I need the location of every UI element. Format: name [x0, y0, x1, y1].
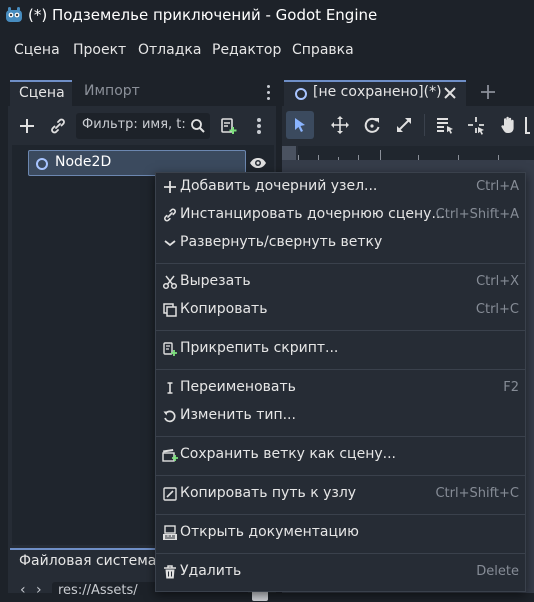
menu-item-rename[interactable]: Переименовать F2	[156, 376, 525, 402]
menu-separator	[156, 263, 525, 264]
menu-separator	[156, 553, 525, 554]
menu-item-change-type[interactable]: Изменить тип...	[156, 404, 525, 430]
menu-separator	[156, 369, 525, 370]
rotate-icon	[163, 410, 176, 423]
menu-item-save-branch-as-scene[interactable]: Сохранить ветку как сцену...	[156, 443, 525, 469]
clapperboard-add-icon	[162, 449, 178, 462]
menu-project[interactable]: Проект	[73, 42, 126, 58]
tree-node-label: Node2D	[55, 154, 112, 170]
menu-item-shortcut: Ctrl+Shift+A	[435, 207, 519, 222]
menu-item-shortcut: Delete	[476, 564, 519, 579]
menu-item-label: Переименовать	[180, 379, 296, 395]
menu-item-label: Копировать путь к узлу	[180, 485, 357, 501]
move-icon[interactable]	[329, 114, 351, 136]
trash-icon	[164, 565, 176, 579]
menu-item-expand-collapse[interactable]: Развернуть/свернуть ветку	[156, 231, 525, 257]
chevron-down-icon	[164, 240, 176, 247]
add-icon	[164, 181, 176, 193]
menu-item-label: Добавить дочерний узел...	[180, 178, 378, 194]
tab-filesystem[interactable]: Файловая система	[10, 548, 160, 576]
menu-separator	[156, 475, 525, 476]
menu-bar: Сцена Проект Отладка Редактор Справка	[0, 36, 534, 66]
scissors-icon	[162, 275, 178, 290]
add-scene-tab-icon[interactable]	[480, 84, 496, 100]
menu-separator	[156, 330, 525, 331]
menu-item-label: Прикрепить скрипт...	[180, 340, 339, 356]
menu-debug[interactable]: Отладка	[138, 42, 201, 58]
menu-item-label: Копировать	[180, 301, 268, 317]
pivot-icon[interactable]	[465, 114, 487, 136]
scene-filter-placeholder: Фильтр: имя, t:	[82, 117, 186, 132]
menu-item-shortcut: F2	[503, 380, 519, 395]
tab-unsaved-scene-label: [не сохранено](*)	[313, 84, 442, 100]
tab-filesystem-label: Файловая система	[19, 553, 157, 569]
menu-item-label: Вырезать	[180, 273, 251, 289]
tab-import[interactable]: Импорт	[84, 83, 140, 99]
search-icon	[191, 119, 205, 133]
menu-item-label: Удалить	[180, 563, 242, 579]
filesystem-path: res://Assets/	[58, 583, 138, 598]
menu-item-label: Сохранить ветку как сцену...	[180, 446, 396, 462]
menu-item-shortcut: Ctrl+A	[476, 179, 519, 194]
instance-scene-link-icon[interactable]	[47, 115, 69, 137]
menu-item-shortcut: Ctrl+C	[475, 302, 519, 317]
dock-menu-kebab-icon[interactable]	[266, 84, 272, 102]
menu-item-instance-child-scene[interactable]: Инстанцировать дочернюю сцену... Ctrl+Sh…	[156, 203, 525, 229]
menu-separator	[156, 436, 525, 437]
tab-unsaved-scene[interactable]: [не сохранено](*)	[284, 80, 466, 106]
title-bar: (*) Подземелье приключений - Godot Engin…	[0, 0, 534, 30]
menu-item-copy-node-path[interactable]: Копировать путь к узлу Ctrl+Shift+C	[156, 482, 525, 508]
node2d-icon	[295, 88, 307, 100]
menu-item-label: Открыть документацию	[180, 524, 359, 540]
add-node-icon[interactable]	[16, 115, 38, 137]
menu-separator	[156, 514, 525, 515]
copy-icon	[163, 303, 177, 317]
select-mode-button[interactable]	[286, 111, 314, 139]
menu-item-attach-script[interactable]: Прикрепить скрипт...	[156, 337, 525, 363]
context-menu: Добавить дочерний узел... Ctrl+A Инстанц…	[155, 172, 526, 592]
node2d-icon	[36, 158, 48, 170]
link-icon	[164, 208, 176, 222]
ruler-icon[interactable]	[523, 114, 534, 136]
back-arrow-icon[interactable]: ‹	[20, 582, 26, 598]
scene-more-kebab-icon[interactable]	[256, 117, 262, 135]
close-icon[interactable]	[444, 87, 456, 99]
text-cursor-icon	[167, 382, 173, 394]
menu-item-shortcut: Ctrl+Shift+C	[435, 486, 519, 501]
menu-editor[interactable]: Редактор	[212, 42, 281, 58]
tab-scene[interactable]: Сцена	[10, 80, 72, 106]
menu-item-shortcut: Ctrl+X	[476, 274, 519, 289]
menu-item-label: Инстанцировать дочернюю сцену...	[180, 206, 445, 222]
tab-scene-label: Сцена	[19, 85, 65, 101]
doc-icon	[163, 525, 177, 540]
visibility-eye-icon[interactable]	[249, 155, 267, 171]
node-path-icon	[163, 487, 177, 501]
pan-hand-icon[interactable]	[497, 114, 519, 136]
menu-help[interactable]: Справка	[292, 42, 354, 58]
list-select-icon[interactable]	[433, 114, 455, 136]
menu-item-open-documentation[interactable]: Открыть документацию	[156, 521, 525, 547]
menu-item-delete[interactable]: Удалить Delete	[156, 560, 525, 586]
rotate-icon[interactable]	[361, 114, 383, 136]
cursor-arrow-icon	[295, 118, 305, 132]
script-add-icon	[163, 342, 177, 356]
toolbar-separator	[424, 114, 425, 136]
window-title: (*) Подземелье приключений - Godot Engin…	[28, 6, 378, 24]
scene-filter-input[interactable]: Фильтр: имя, t:	[76, 113, 210, 139]
forward-arrow-icon[interactable]: ›	[36, 582, 42, 598]
attach-script-icon[interactable]	[218, 115, 240, 137]
godot-logo-icon	[6, 7, 22, 22]
horizontal-ruler	[298, 146, 534, 160]
menu-scene[interactable]: Сцена	[14, 42, 60, 58]
menu-item-add-child-node[interactable]: Добавить дочерний узел... Ctrl+A	[156, 175, 525, 201]
menu-item-label: Развернуть/свернуть ветку	[180, 234, 383, 250]
scale-icon[interactable]	[393, 114, 415, 136]
menu-item-copy[interactable]: Копировать Ctrl+C	[156, 298, 525, 324]
menu-item-label: Изменить тип...	[180, 407, 296, 423]
ruler-corner	[282, 146, 296, 160]
menu-item-cut[interactable]: Вырезать Ctrl+X	[156, 270, 525, 296]
